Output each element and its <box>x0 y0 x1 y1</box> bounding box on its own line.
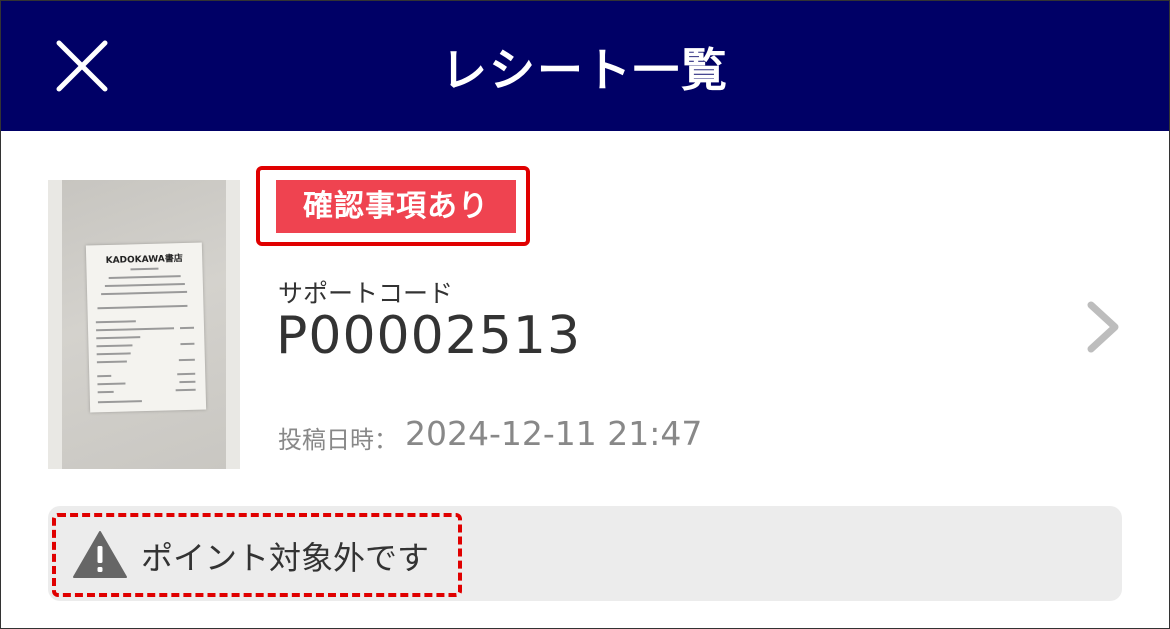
support-code-value: P00002513 <box>276 306 582 366</box>
receipt-detail-button[interactable] <box>1083 299 1125 355</box>
receipt-shop-name: KADOKAWA書店 <box>105 254 183 267</box>
posted-datetime-label: 投稿日時： <box>278 426 398 454</box>
posted-datetime-value: 2024-12-11 21:47 <box>405 414 703 453</box>
support-code-label: サポートコード <box>278 279 454 308</box>
page-title: レシート一覧 <box>441 43 729 97</box>
chevron-right-icon <box>1087 301 1119 353</box>
status-badge: 確認事項あり <box>276 180 516 233</box>
warning-icon <box>72 529 128 579</box>
receipt-paper-image: KADOKAWA書店 <box>85 242 207 413</box>
app-header: レシート一覧 <box>1 1 1169 131</box>
notice-text: ポイント対象外です <box>141 539 430 577</box>
